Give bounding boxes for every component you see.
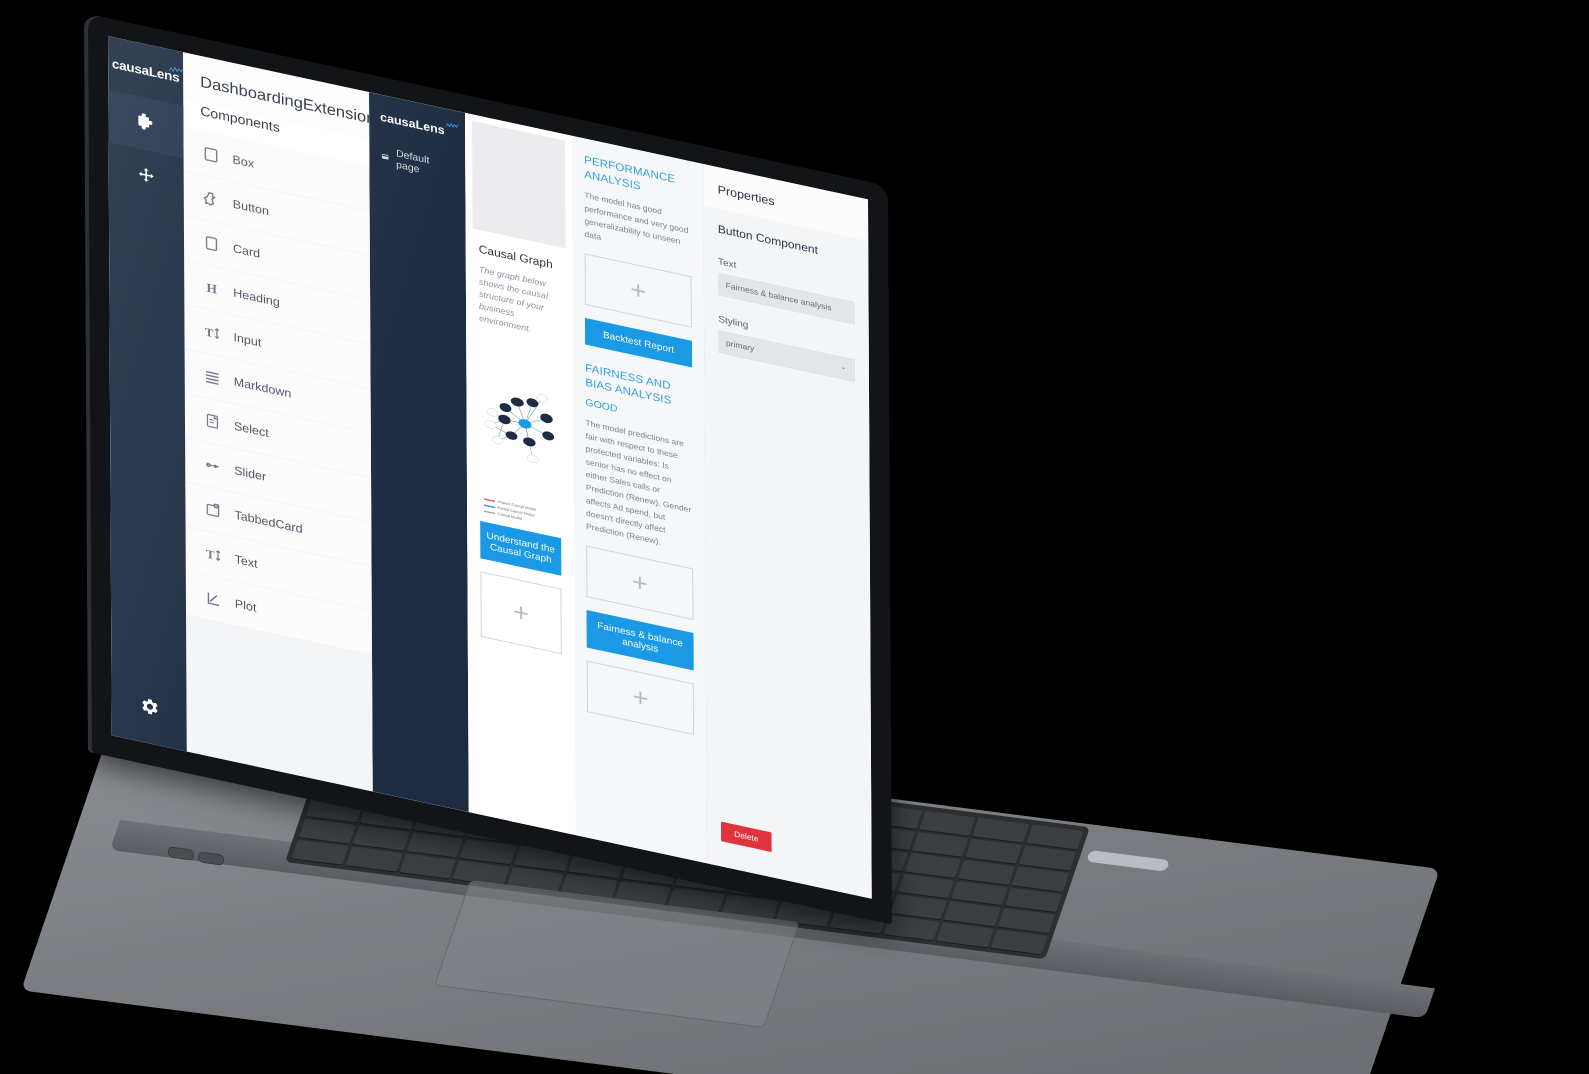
component-item-label: Select [233, 419, 269, 440]
keyboard-key [352, 825, 410, 851]
chevron-down-icon [841, 367, 846, 370]
keyboard-key [345, 846, 403, 872]
keyboard-key [1005, 887, 1063, 913]
keyboard-key [890, 894, 948, 920]
causal-graph-column: Causal Graph The graph below shows the c… [465, 112, 576, 836]
component-item-label: Card [232, 241, 261, 261]
button-icon [201, 187, 222, 211]
sparkline-icon [168, 61, 184, 79]
text-icon: T [203, 542, 224, 566]
canvas-preview: causaLens Default page Causal Graph The … [369, 92, 707, 864]
keyboard-key [904, 852, 962, 878]
fairness-dropzone-secondary[interactable]: + [586, 660, 695, 736]
icon-rail: causaLens [108, 36, 187, 752]
fairness-analysis-section: FAIRNESS AND BIAS ANALYSIS GOOD The mode… [585, 361, 695, 736]
component-item-label: Input [233, 330, 262, 350]
keyboard-key [1012, 866, 1070, 892]
keyboard-key [911, 831, 969, 857]
keyboard-key [944, 901, 1002, 927]
causal-graph-card: Causal Graph The graph below shows the c… [466, 227, 575, 683]
keyboard-key [951, 880, 1009, 906]
keyboard-key [1026, 824, 1084, 850]
sparkline-icon [445, 117, 459, 133]
gear-icon [142, 698, 158, 715]
component-item-label: Slider [234, 463, 267, 484]
move-icon [138, 168, 154, 182]
causal-network-svg [484, 394, 555, 464]
backtest-report-button[interactable]: Backtest Report [584, 317, 693, 368]
preview-logo-text: causaLens [380, 110, 445, 138]
properties-panel: Properties Button Component Text Styling… [703, 163, 872, 899]
preview-sidebar: causaLens Default page [369, 92, 469, 813]
plot-icon [203, 587, 224, 611]
component-item-label: Box [232, 152, 255, 171]
keyboard-key [1019, 845, 1077, 871]
keyboard-key [990, 929, 1048, 955]
svg-text:H: H [206, 280, 217, 297]
component-item-label: Markdown [233, 374, 292, 401]
keyboard-key [298, 818, 356, 844]
keyboard-key [958, 859, 1016, 885]
causalens-logo: causaLens [112, 56, 184, 85]
causal-graph-description: The graph below shows the causal structu… [478, 264, 548, 335]
select-icon [202, 409, 223, 433]
laptop-mockup-scene: causaLens DashboardingExtension Componen… [0, 0, 1589, 1074]
component-item-label: Plot [234, 596, 257, 615]
keyboard-key [406, 832, 464, 858]
laptop-lid: causaLens DashboardingExtension Componen… [0, 0, 892, 925]
fairness-body: The model predictions are fair with resp… [585, 418, 692, 547]
markdown-icon [202, 365, 223, 389]
keyboard-key [997, 908, 1055, 934]
keyboard-key [936, 922, 994, 948]
causal-graph-figure[interactable] [479, 336, 561, 508]
preview-content: Causal Graph The graph below shows the c… [465, 112, 707, 864]
component-item-label: Text [234, 552, 258, 571]
card-icon [201, 232, 222, 256]
rail-bottom [111, 688, 186, 727]
components-panel: DashboardingExtension Components Box Butt… [183, 52, 375, 792]
keyboard-key [972, 817, 1030, 843]
keyboard-key [459, 839, 518, 865]
sidebar-item-settings[interactable] [138, 694, 160, 722]
placeholder-card [472, 120, 566, 249]
puzzle-icon [138, 113, 153, 130]
svg-text:T: T [205, 325, 214, 340]
analysis-column: PERFORMANCE ANALYSIS The model has good … [572, 135, 707, 864]
understand-causal-graph-button[interactable]: Understand the Causal Graph [480, 520, 562, 576]
performance-analysis-section: PERFORMANCE ANALYSIS The model has good … [584, 152, 693, 368]
component-item-label: Button [232, 197, 269, 218]
properties-body: Button Component Text Styling primary [703, 205, 872, 899]
slider-icon [202, 454, 223, 478]
causal-graph-dropzone[interactable]: + [480, 571, 562, 655]
fairness-balance-analysis-button[interactable]: Fairness & balance analysis [586, 610, 694, 671]
legend-swatch [484, 510, 496, 515]
svg-text:T: T [206, 547, 215, 562]
component-item-label: Heading [233, 285, 280, 309]
components-list: Box Button Card H Heading T Input Markdown Selec… [183, 126, 373, 792]
styling-select-value: primary [725, 338, 755, 354]
performance-dropzone[interactable]: + [584, 253, 692, 328]
keyboard-key [965, 838, 1023, 864]
fairness-dropzone[interactable]: + [586, 545, 694, 621]
component-item-label: TabbedCard [234, 507, 303, 536]
heading-icon: H [201, 276, 222, 300]
keyboard-key [291, 839, 349, 865]
page-icon [381, 154, 389, 160]
input-icon: T [201, 320, 222, 344]
keyboard-key [399, 853, 457, 879]
tabbedcard-icon [202, 498, 223, 522]
box-icon [200, 143, 221, 167]
keyboard-key [918, 810, 976, 836]
keyboard-key [897, 873, 955, 899]
